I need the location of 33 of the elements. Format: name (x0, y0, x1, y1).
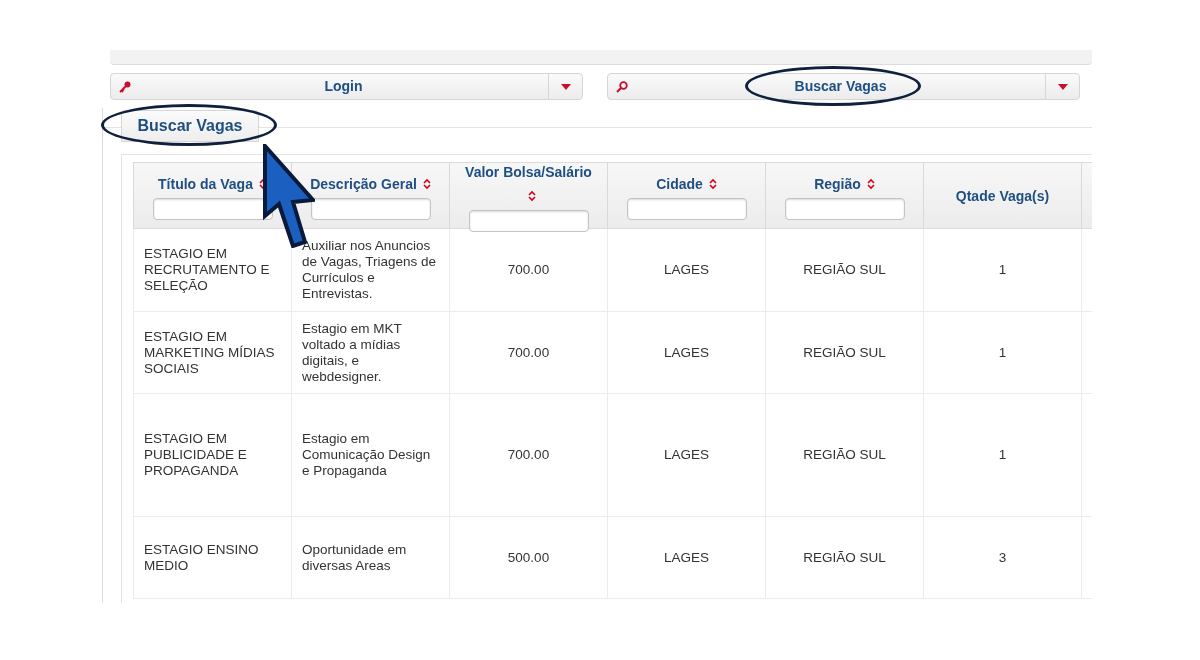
table-cell: REGIÃO SUL (765, 312, 923, 393)
column-title[interactable]: Cidade (656, 175, 703, 192)
column-title[interactable]: Título da Vaga (158, 175, 253, 192)
panel-tab[interactable]: Buscar Vagas (121, 110, 259, 142)
table-cell: Oportunidade em diversas Areas (291, 517, 449, 598)
table-cell: Estagio em Comunicação Design e Propaganda (291, 394, 449, 516)
table-cell: 700.00 (449, 229, 607, 311)
column-title[interactable]: Região (814, 175, 861, 192)
table-cell: 3 (923, 517, 1081, 598)
column-title: Qtade Vaga(s) (955, 187, 1050, 204)
table-cell: REGIÃO SUL (765, 229, 923, 311)
table-cell: 1 (923, 312, 1081, 393)
table-cell: LAGES (607, 229, 765, 311)
menu-bar[interactable]: Buscar Vagas (607, 73, 1080, 100)
table-cell: ESTAGIO EM MARKETING MÍDIAS SOCIAIS (133, 312, 291, 393)
table-cell: ESTAGIO ENSINO MEDIO (133, 517, 291, 598)
menu-label: Buscar Vagas (794, 77, 887, 96)
column-title[interactable]: Valor Bolsa/Salário (465, 163, 592, 180)
table-cell: 700.00 (449, 394, 607, 516)
table-cell: REGIÃO SUL (765, 517, 923, 598)
table-cell: 500.00 (449, 517, 607, 598)
table-cell: 700.00 (449, 312, 607, 393)
menu-bar[interactable]: Login (110, 73, 583, 100)
table-cell: 1 (923, 229, 1081, 311)
table-cell: REGIÃO SUL (765, 394, 923, 516)
column-title[interactable]: Descrição Geral (310, 175, 417, 192)
table-cell: Estagio em MKT voltado a mídias digitais, e webdesigner. (291, 312, 449, 393)
menu-label: Login (324, 77, 363, 96)
table-cell: LAGES (607, 517, 765, 598)
table-cell: LAGES (607, 394, 765, 516)
table-cell: LAGES (607, 312, 765, 393)
table-cell: ESTAGIO EM PUBLICIDADE E PROPAGANDA (133, 394, 291, 516)
table-cell: 1 (923, 394, 1081, 516)
